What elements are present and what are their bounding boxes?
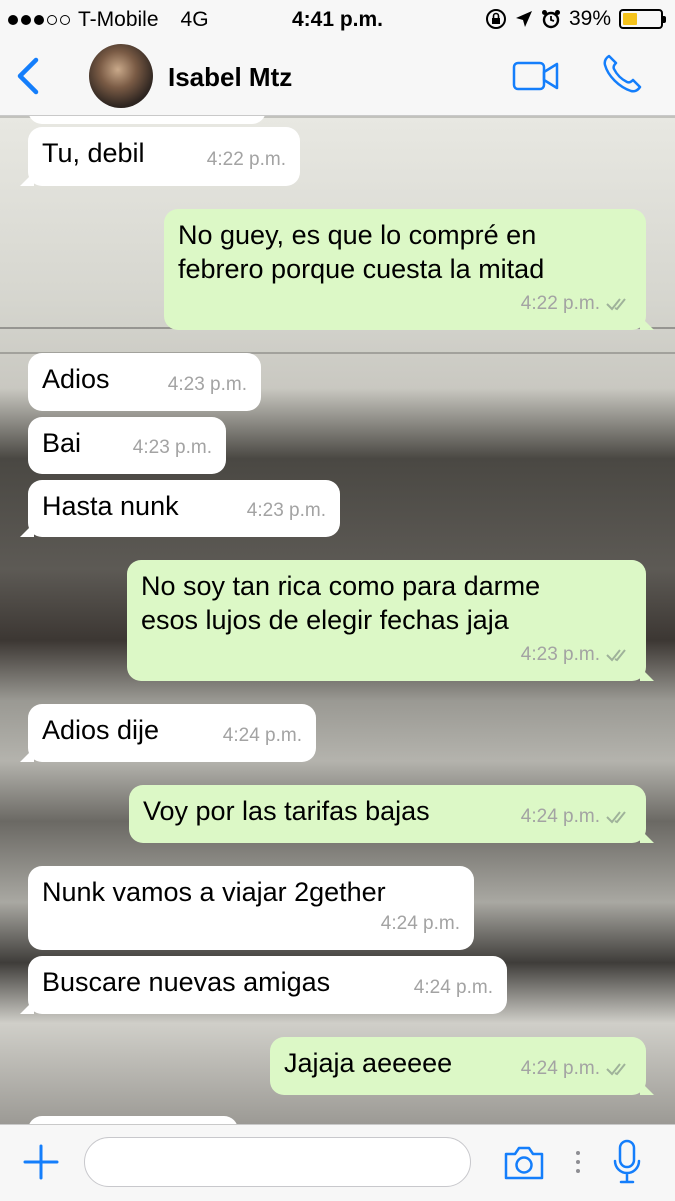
camera-icon[interactable]	[502, 1145, 546, 1181]
message-bubble[interactable]: Adios 4:23 p.m.	[28, 353, 261, 411]
message-bubble[interactable]: Buscare nuevas amigas 4:24 p.m.	[20, 956, 507, 1014]
chat-area[interactable]: Tu, debil 4:22 p.m. No guey, es que lo c…	[0, 116, 675, 1124]
battery-icon	[619, 9, 666, 29]
message-bubble[interactable]: Adios dije 4:24 p.m.	[20, 704, 316, 762]
message-time: 4:24 p.m.	[520, 1058, 600, 1079]
message-bubble[interactable]: Nunk vamos a viajar 2gether 4:24 p.m.	[28, 866, 474, 950]
plus-icon[interactable]	[22, 1143, 60, 1181]
chat-header: Isabel Mtz	[0, 38, 675, 116]
message-text: No soy tan rica como para darme esos luj…	[141, 571, 541, 635]
message-text: Nunk vamos a viajar 2gether	[42, 877, 386, 907]
more-options-icon[interactable]	[576, 1151, 580, 1173]
message-bubble-partial	[28, 1116, 238, 1124]
message-bubble[interactable]: No soy tan rica como para darme esos luj…	[127, 560, 654, 681]
message-text: Adios dije	[42, 715, 160, 745]
double-check-icon	[606, 649, 626, 662]
message-bubble[interactable]: Bai 4:23 p.m.	[28, 417, 226, 474]
battery-percent: 39%	[568, 7, 611, 30]
message-text: Hasta nunk	[42, 491, 179, 521]
double-check-icon	[606, 1063, 626, 1076]
message-bubble-partial	[28, 116, 266, 124]
microphone-icon[interactable]	[612, 1139, 642, 1185]
double-check-icon	[606, 298, 626, 311]
chevron-left-icon[interactable]	[12, 56, 46, 96]
message-bubble[interactable]: No guey, es que lo compré en febrero por…	[164, 209, 654, 330]
orientation-lock-icon	[485, 9, 506, 29]
message-time: 4:24 p.m.	[380, 913, 460, 934]
message-bubble[interactable]: Jajaja aeeeee 4:24 p.m.	[270, 1037, 654, 1095]
location-icon	[515, 11, 532, 27]
message-text: No guey, es que lo compré en febrero por…	[178, 220, 545, 284]
input-bar	[0, 1124, 675, 1201]
message-text: Bai	[42, 428, 82, 458]
video-camera-icon[interactable]	[512, 58, 560, 94]
message-text: Buscare nuevas amigas	[42, 967, 331, 997]
message-time: 4:23 p.m.	[132, 437, 212, 458]
message-bubble[interactable]: Tu, debil 4:22 p.m.	[20, 127, 300, 186]
message-text: Jajaja aeeeee	[284, 1048, 453, 1078]
contact-name[interactable]: Isabel Mtz	[168, 62, 292, 93]
message-time: 4:24 p.m.	[520, 806, 600, 827]
message-text: Adios	[42, 364, 110, 394]
message-time: 4:23 p.m.	[520, 644, 600, 665]
message-time: 4:24 p.m.	[413, 977, 493, 998]
message-bubble[interactable]: Voy por las tarifas bajas 4:24 p.m.	[129, 785, 654, 843]
message-time: 4:22 p.m.	[520, 293, 600, 314]
message-text: Tu, debil	[42, 138, 145, 168]
double-check-icon	[606, 811, 626, 824]
message-time: 4:23 p.m.	[167, 374, 247, 395]
avatar[interactable]	[89, 44, 153, 108]
status-right: 39%	[485, 7, 666, 31]
phone-icon[interactable]	[600, 52, 644, 96]
message-time: 4:22 p.m.	[206, 149, 286, 170]
message-bubble[interactable]: Hasta nunk 4:23 p.m.	[20, 480, 340, 537]
message-text: Voy por las tarifas bajas	[143, 796, 430, 826]
status-bar: T-Mobile 4G 4:41 p.m. 39%	[0, 0, 675, 38]
message-time: 4:24 p.m.	[222, 725, 302, 746]
message-input[interactable]	[84, 1137, 471, 1187]
alarm-icon	[541, 10, 560, 29]
message-time: 4:23 p.m.	[246, 500, 326, 521]
